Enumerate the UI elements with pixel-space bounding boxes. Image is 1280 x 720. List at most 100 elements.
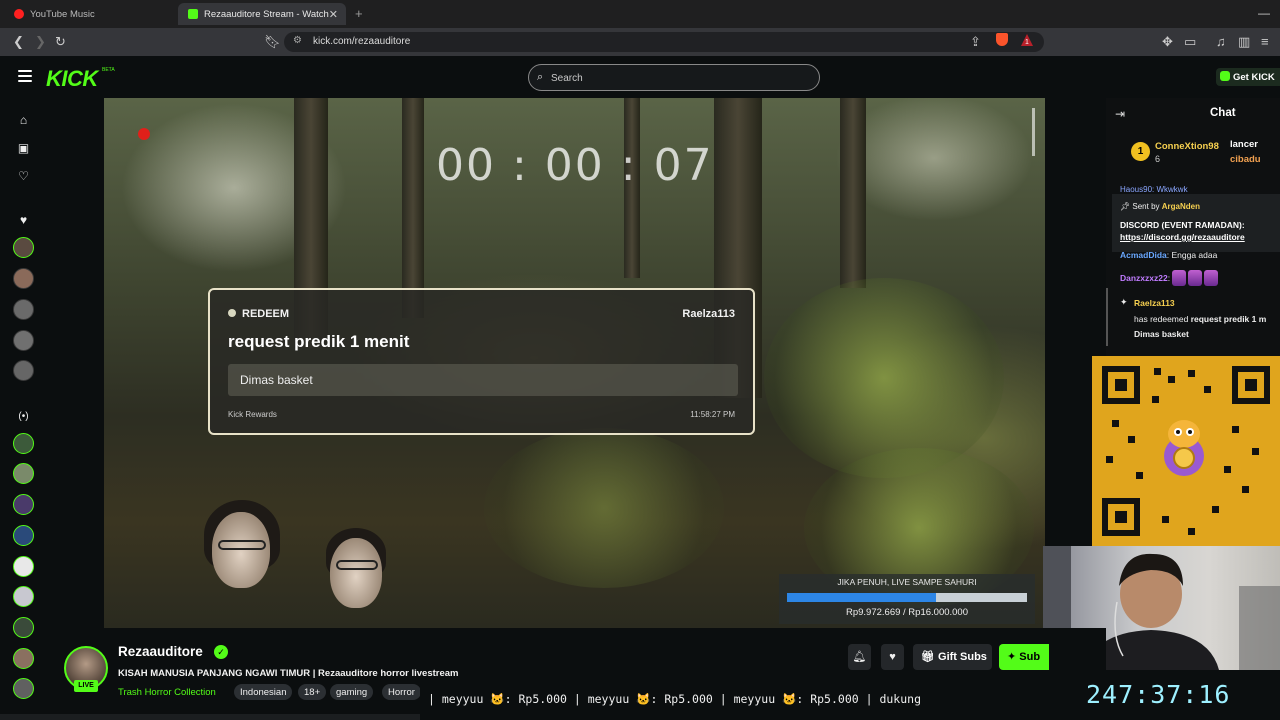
foliage — [484, 428, 724, 588]
recommended-channel-avatar[interactable] — [13, 463, 34, 484]
minimize-window-icon[interactable]: — — [1258, 6, 1270, 20]
followed-channel-avatar[interactable] — [13, 237, 34, 258]
stream-tag[interactable]: Horror — [382, 684, 421, 700]
back-icon[interactable]: ❮ — [13, 34, 24, 50]
recommended-channel-avatar[interactable] — [13, 525, 34, 546]
pinned-link[interactable]: https://discord.gg/rezaauditore — [1120, 232, 1245, 242]
chat-username[interactable]: AcmadDida — [1120, 250, 1167, 260]
qr-module — [1112, 420, 1119, 427]
close-tab-icon[interactable]: ✕ — [329, 8, 338, 21]
search-bar[interactable]: ⌕ — [528, 64, 820, 91]
qr-module — [1242, 486, 1249, 493]
qr-module — [1136, 472, 1143, 479]
browse-icon[interactable]: ▣ — [17, 142, 30, 155]
brave-shields-icon[interactable] — [996, 33, 1008, 46]
qr-module — [1188, 528, 1195, 535]
streamer-name[interactable]: Rezaauditore — [118, 644, 203, 659]
following-icon[interactable]: ♡ — [17, 170, 30, 183]
subathon-clock: 247:37:16 — [1086, 680, 1231, 709]
hamburger-menu-icon[interactable] — [18, 70, 32, 82]
video-player[interactable]: 00 : 00 : 07 REDEEM Raelza113 request pr… — [104, 98, 1045, 628]
new-tab-icon[interactable]: + — [355, 6, 363, 21]
recommended-channel-avatar[interactable] — [13, 617, 34, 638]
forward-icon[interactable]: ❯ — [35, 34, 46, 50]
redeem-value: Dimas basket — [1134, 329, 1189, 339]
media-controls-icon[interactable]: ♫ — [1216, 34, 1226, 50]
sent-by-user[interactable]: ArgaNden — [1162, 202, 1200, 211]
streamer-face — [212, 512, 270, 588]
tree-trunk — [840, 98, 866, 288]
followed-channel-avatar[interactable] — [13, 360, 34, 381]
redeem-dot-icon — [228, 309, 236, 317]
recommended-channel-avatar[interactable] — [13, 648, 34, 669]
leaderboard-user[interactable]: lancer — [1230, 139, 1258, 150]
left-sidebar: ⌂ ▣ ♡ ♥ (•) — [0, 98, 46, 720]
reward-icon: ✦ — [1120, 297, 1128, 307]
followed-channel-avatar[interactable] — [13, 299, 34, 320]
search-input[interactable] — [551, 69, 801, 87]
extensions-icon[interactable]: ✥ — [1162, 34, 1173, 50]
subscribe-button[interactable]: ✦ Sub — [999, 644, 1049, 670]
tab-kick-stream[interactable]: Rezaauditore Stream - Watch ✕ — [178, 3, 346, 25]
beta-badge: BETA — [102, 67, 115, 73]
leaderboard-user[interactable]: ConneXtion98 — [1155, 141, 1219, 152]
recommended-channel-avatar[interactable] — [13, 494, 34, 515]
gift-subs-button[interactable]: 🎁︎ Gift Subs — [913, 644, 992, 670]
recommended-channel-avatar[interactable] — [13, 556, 34, 577]
goal-progress-bar — [787, 593, 1027, 602]
redeem-reward: request predik 1 m — [1190, 314, 1267, 324]
tab-youtube-music[interactable]: YouTube Music — [4, 3, 176, 25]
qr-module — [1232, 426, 1239, 433]
home-icon[interactable]: ⌂ — [17, 114, 30, 127]
game-timer: 00 : 00 : 07 — [436, 140, 714, 191]
redeem-prefix: has redeemed — [1134, 314, 1191, 324]
recommended-channel-avatar[interactable] — [13, 433, 34, 454]
rewards-alert-icon[interactable]: 1 — [1020, 33, 1034, 47]
address-bar[interactable]: ⚙ kick.com/rezaauditore — [284, 32, 1044, 52]
followed-channel-avatar[interactable] — [13, 268, 34, 289]
redeem-tag-label: REDEEM — [242, 308, 290, 320]
chat-redeem-message: ✦ Raelza113 has redeemed request predik … — [1106, 288, 1280, 346]
reading-mode-icon[interactable]: ▥ — [1238, 34, 1250, 50]
cohost-face — [330, 538, 382, 608]
share-icon[interactable]: ⇪ — [970, 34, 981, 50]
redeem-text: has redeemed request predik 1 m — [1134, 314, 1266, 324]
page-bottom-strip — [0, 714, 420, 720]
verified-badge-icon: ✓ — [214, 645, 228, 659]
ticker-text: | meyyuu 🐱: Rp5.000 | meyyuu 🐱: Rp5.000 … — [428, 692, 921, 706]
stream-tag[interactable]: 18+ — [298, 684, 327, 700]
chat-text: : — [1167, 273, 1171, 283]
site-header: KICK BETA ⌕ Get KICK — [0, 56, 1280, 98]
kick-logo[interactable]: KICK — [46, 66, 98, 92]
follow-heart-icon[interactable]: ♥ — [881, 644, 904, 670]
pinned-header: 📌︎ Sent by ArgaNden — [1120, 202, 1200, 211]
url-text: kick.com/rezaauditore — [313, 36, 411, 47]
collapse-chat-icon[interactable]: ⇥ — [1115, 107, 1125, 121]
qr-module — [1168, 376, 1175, 383]
pinned-message: 📌︎ Sent by ArgaNden DISCORD (EVENT RAMAD… — [1112, 194, 1280, 252]
leaderboard-user[interactable]: cibadu — [1230, 154, 1261, 165]
site-settings-icon[interactable]: ⚙ — [293, 35, 302, 46]
stream-category[interactable]: Trash Horror Collection — [118, 687, 216, 698]
stream-tag[interactable]: gaming — [330, 684, 374, 700]
stream-tag[interactable]: Indonesian — [234, 684, 293, 700]
followed-channel-avatar[interactable] — [13, 330, 34, 351]
get-kick-label: Get KICK — [1233, 72, 1275, 83]
notifications-bell-icon[interactable]: 🔔︎ — [848, 644, 871, 670]
recommended-channel-avatar[interactable] — [13, 586, 34, 607]
emote-icon — [1204, 270, 1219, 286]
chat-username[interactable]: Danzxzxz22 — [1120, 273, 1168, 283]
sidebar-panel-icon[interactable]: ▭ — [1184, 34, 1196, 50]
reload-icon[interactable]: ↻ — [55, 34, 66, 50]
recommended-channel-avatar[interactable] — [13, 678, 34, 699]
goal-title: JIKA PENUH, LIVE SAMPE SAHURI — [837, 577, 977, 587]
browser-toolbar: ❮ ❯ ↻ 🔖︎ ⚙ kick.com/rezaauditore ⇪ ✥ ▭ ♫… — [0, 28, 1280, 56]
emote-icon — [1188, 270, 1203, 286]
bookmark-icon[interactable]: 🔖︎ — [264, 34, 281, 50]
chat-message-partial: Haous90: Wkwkwk — [1120, 185, 1188, 194]
recommended-icon: (•) — [18, 411, 29, 422]
menu-icon[interactable]: ≡ — [1261, 34, 1269, 50]
redeem-user[interactable]: Raelza113 — [1134, 298, 1175, 308]
get-kick-button[interactable]: Get KICK — [1216, 68, 1280, 86]
donation-qr-code — [1092, 356, 1280, 546]
